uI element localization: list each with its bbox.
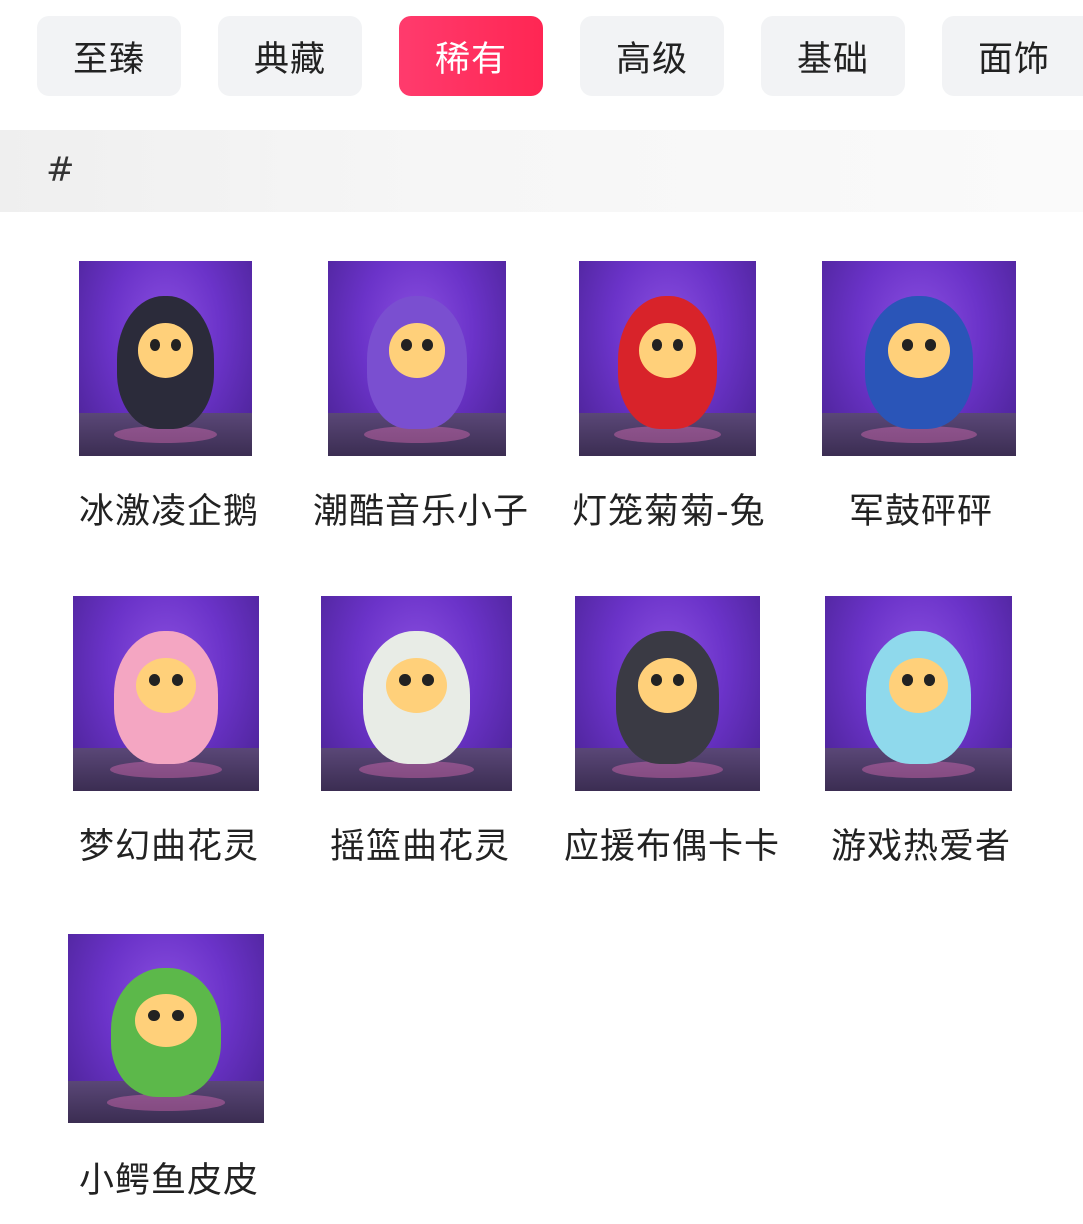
- item-name: 梦幻曲花灵: [79, 827, 260, 867]
- tab-gaoji[interactable]: 高级: [580, 16, 724, 96]
- tab-xiyou[interactable]: 稀有: [399, 16, 543, 96]
- item-thumbnail[interactable]: [73, 596, 259, 791]
- rarity-tabs: 至臻 典藏 稀有 高级 基础 面饰: [0, 0, 1083, 130]
- item-name: 灯笼菊菊-兔: [572, 492, 766, 532]
- item-thumbnail[interactable]: [321, 596, 512, 791]
- section-header: #: [0, 130, 1083, 212]
- item-name: 冰激凌企鹅: [79, 492, 260, 532]
- item-thumbnail[interactable]: [328, 261, 506, 456]
- item-name: 小鳄鱼皮皮: [79, 1161, 260, 1201]
- item-thumbnail[interactable]: [822, 261, 1016, 456]
- item-name: 游戏热爱者: [831, 827, 1012, 867]
- item-thumbnail[interactable]: [68, 934, 264, 1123]
- item-name: 应援布偶卡卡: [564, 827, 781, 867]
- tab-diancang[interactable]: 典藏: [218, 16, 362, 96]
- item-thumbnail[interactable]: [579, 261, 756, 456]
- item-name: 潮酷音乐小子: [313, 492, 530, 532]
- item-thumbnail[interactable]: [825, 596, 1012, 791]
- item-name: 军鼓砰砰: [849, 492, 994, 532]
- tab-jichu[interactable]: 基础: [761, 16, 905, 96]
- item-thumbnail[interactable]: [79, 261, 252, 456]
- tab-mianshi[interactable]: 面饰: [942, 16, 1083, 96]
- item-thumbnail[interactable]: [575, 596, 760, 791]
- section-label: #: [46, 150, 75, 190]
- tab-zhizhen[interactable]: 至臻: [37, 16, 181, 96]
- item-name: 摇篮曲花灵: [330, 827, 511, 867]
